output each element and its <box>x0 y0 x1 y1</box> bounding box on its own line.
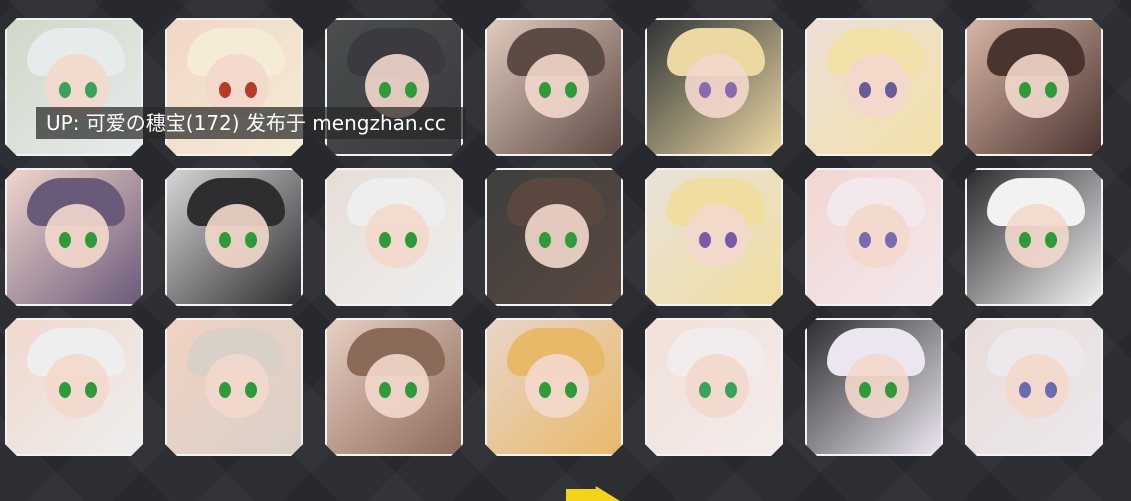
uploader-label: UP: 可爱の穗宝(172) 发布于 mengzhan.cc <box>36 107 466 139</box>
thumb-11[interactable] <box>485 168 623 306</box>
thumb-14[interactable] <box>965 168 1103 306</box>
thumbnail-image <box>967 320 1101 454</box>
thumbnail-image <box>647 20 781 154</box>
thumb-10[interactable] <box>325 168 463 306</box>
thumbnail-image <box>967 20 1101 154</box>
thumb-12[interactable] <box>645 168 783 306</box>
thumbnail-image <box>7 170 141 304</box>
thumbnail-image <box>647 320 781 454</box>
thumbnail-image <box>967 170 1101 304</box>
thumbnail-image <box>327 320 461 454</box>
thumb-16[interactable] <box>165 318 303 456</box>
thumb-9[interactable] <box>165 168 303 306</box>
thumbnail-image <box>167 170 301 304</box>
thumbnail-image <box>487 170 621 304</box>
thumbnail-image <box>7 320 141 454</box>
thumb-4[interactable] <box>485 18 623 156</box>
thumbnail-image <box>807 320 941 454</box>
thumb-21[interactable] <box>965 318 1103 456</box>
thumb-5[interactable] <box>645 18 783 156</box>
thumbnail-image <box>807 170 941 304</box>
thumb-15[interactable] <box>5 318 143 456</box>
thumbnail-image <box>647 170 781 304</box>
thumb-18[interactable] <box>485 318 623 456</box>
thumbnail-image <box>487 320 621 454</box>
thumbnail-image <box>167 320 301 454</box>
thumb-6[interactable] <box>805 18 943 156</box>
thumb-20[interactable] <box>805 318 943 456</box>
thumbnail-image <box>807 20 941 154</box>
thumb-7[interactable] <box>965 18 1103 156</box>
thumbnail-image <box>487 20 621 154</box>
thumb-17[interactable] <box>325 318 463 456</box>
thumb-13[interactable] <box>805 168 943 306</box>
thumbnail-image <box>327 170 461 304</box>
thumbnail-grid <box>5 18 1103 456</box>
thumb-19[interactable] <box>645 318 783 456</box>
thumb-8[interactable] <box>5 168 143 306</box>
